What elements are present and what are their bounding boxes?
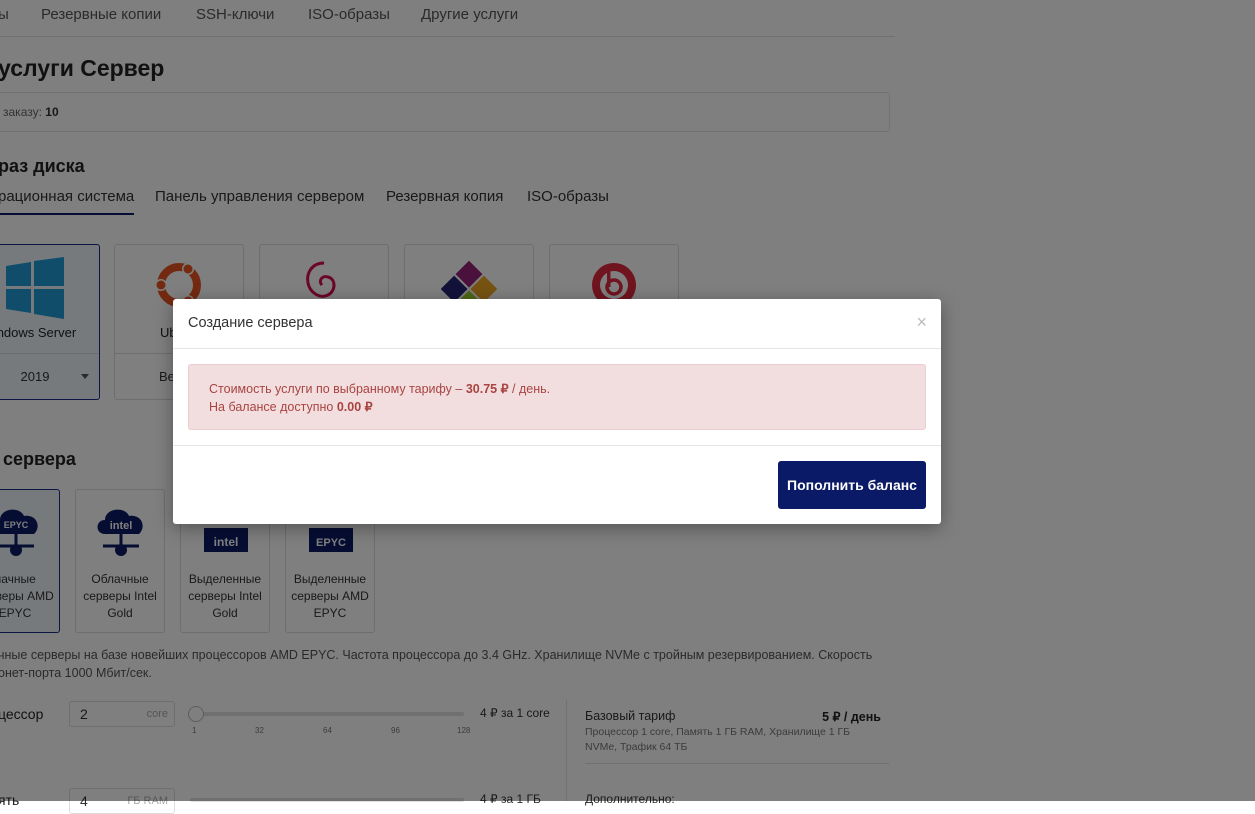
cost-line: Стоимость услуги по выбранному тарифу – … xyxy=(209,382,551,396)
balance-line: На балансе доступно 0.00 ₽ xyxy=(209,400,373,414)
balance-value: 0.00 ₽ xyxy=(336,400,373,414)
modal-header: Создание сервера × xyxy=(173,299,941,349)
modal-title: Создание сервера xyxy=(188,315,313,331)
insufficient-balance-alert: Стоимость услуги по выбранному тарифу – … xyxy=(188,364,926,430)
create-server-modal: Создание сервера × Стоимость услуги по в… xyxy=(173,299,941,524)
top-up-balance-button[interactable]: Пополнить баланс xyxy=(778,461,926,509)
close-icon[interactable]: × xyxy=(916,313,927,331)
cost-value: 30.75 ₽ xyxy=(465,382,509,396)
modal-body: Стоимость услуги по выбранному тарифу – … xyxy=(173,349,941,446)
